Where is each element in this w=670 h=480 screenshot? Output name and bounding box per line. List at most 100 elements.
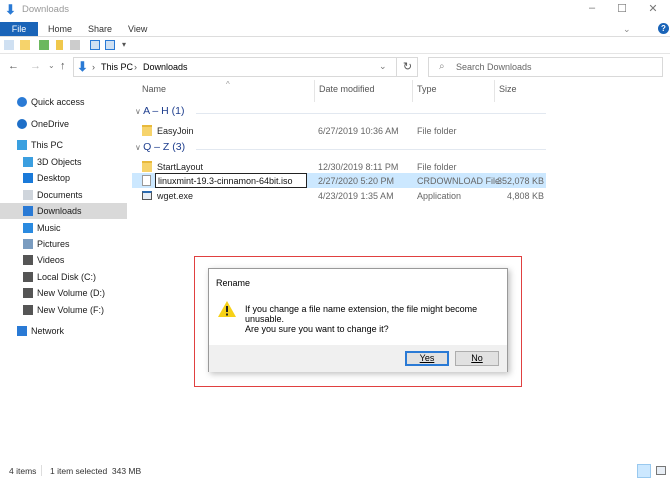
quick-access-toolbar xyxy=(0,36,670,54)
tab-share[interactable]: Share xyxy=(78,22,122,37)
network-icon xyxy=(17,326,27,336)
status-item-count: 4 items xyxy=(9,466,37,476)
music-icon xyxy=(23,223,33,233)
column-header-name[interactable]: Name xyxy=(142,84,166,94)
video-icon xyxy=(23,255,33,265)
nav-item-videos[interactable]: Videos xyxy=(0,252,127,268)
properties-icon[interactable] xyxy=(4,40,14,50)
nav-item-new-volume-f[interactable]: New Volume (F:) xyxy=(0,302,127,318)
minimize-button[interactable]: – xyxy=(582,2,602,18)
preview-pane-icon[interactable] xyxy=(90,40,100,50)
column-divider[interactable] xyxy=(314,80,315,102)
maximize-button[interactable]: ☐ xyxy=(612,2,632,18)
new-folder-icon[interactable] xyxy=(20,40,30,50)
nav-item-label: New Volume (D:) xyxy=(37,288,106,298)
search-icon: ⌕ xyxy=(439,61,445,72)
nav-item-network[interactable]: Network xyxy=(0,323,127,339)
rename-input[interactable]: linuxmint-19.3-cinnamon-64bit.iso xyxy=(155,173,307,188)
tab-home[interactable]: Home xyxy=(38,22,82,37)
nav-item-3d-objects[interactable]: 3D Objects xyxy=(0,154,127,170)
breadcrumb-this-pc[interactable]: This PC xyxy=(101,62,133,72)
title-download-icon: ⬇ xyxy=(5,2,16,17)
tab-file[interactable]: File xyxy=(0,22,38,37)
file-type: File folder xyxy=(417,126,457,136)
file-name: EasyJoin xyxy=(157,126,194,136)
group-header-q-z[interactable]: ∨ Q – Z (3) xyxy=(135,141,185,153)
folder-icon xyxy=(142,125,152,136)
nav-item-label: 3D Objects xyxy=(37,157,82,167)
yes-button[interactable]: Yes xyxy=(405,351,449,366)
nav-item-label: Pictures xyxy=(37,239,70,249)
nav-item-pictures[interactable]: Pictures xyxy=(0,236,127,252)
search-placeholder: Search Downloads xyxy=(456,62,532,72)
dialog-footer: Yes No xyxy=(209,345,507,372)
file-row[interactable]: EasyJoin 6/27/2019 10:36 AM File folder xyxy=(132,123,546,138)
downloads-location-icon: ⬇ xyxy=(77,59,88,74)
breadcrumb-downloads[interactable]: Downloads xyxy=(143,62,188,72)
refresh-button[interactable]: ↻ xyxy=(396,58,418,76)
nav-item-label: Network xyxy=(31,326,65,336)
up-button[interactable]: ↑ xyxy=(60,60,66,72)
file-row[interactable]: StartLayout 12/30/2019 8:11 PM File fold… xyxy=(132,159,546,174)
group-header-a-h[interactable]: ∨ A – H (1) xyxy=(135,105,185,117)
search-input[interactable]: ⌕ Search Downloads xyxy=(428,57,663,77)
no-label: No xyxy=(471,353,483,363)
group-label: Q – Z (3) xyxy=(143,141,186,153)
column-header-size[interactable]: Size xyxy=(499,84,517,94)
close-button[interactable]: ✕ xyxy=(643,2,663,18)
dialog-question: Are you sure you want to change it? xyxy=(245,324,389,334)
nav-item-this-pc[interactable]: This PC xyxy=(0,137,127,153)
file-name: StartLayout xyxy=(157,162,204,172)
tab-view[interactable]: View xyxy=(118,22,157,37)
nav-item-music[interactable]: Music xyxy=(0,220,127,236)
desktop-icon xyxy=(23,173,33,183)
nav-item-local-disk-c[interactable]: Local Disk (C:) xyxy=(0,269,127,285)
column-divider[interactable] xyxy=(494,80,495,102)
drive-icon xyxy=(23,305,33,315)
chevron-down-icon: ∨ xyxy=(135,107,144,116)
file-row-selected[interactable]: linuxmint-19.3-cinnamon-64bit.iso 2/27/2… xyxy=(132,173,546,188)
file-name: wget.exe xyxy=(157,191,194,201)
group-divider xyxy=(196,113,546,114)
nav-item-label: Videos xyxy=(37,255,65,265)
computer-icon xyxy=(17,140,27,150)
address-dropdown-icon[interactable]: ⌄ xyxy=(379,61,387,72)
column-header-type[interactable]: Type xyxy=(417,84,437,94)
details-pane-icon[interactable] xyxy=(105,40,115,50)
warning-icon xyxy=(218,301,236,317)
column-divider[interactable] xyxy=(412,80,413,102)
column-header-date[interactable]: Date modified xyxy=(319,84,375,94)
nav-item-documents[interactable]: Documents xyxy=(0,187,127,203)
nav-item-label: Local Disk (C:) xyxy=(37,272,97,282)
nav-item-new-volume-d[interactable]: New Volume (D:) xyxy=(0,285,127,301)
rename-dialog: Rename If you change a file name extensi… xyxy=(208,268,508,372)
cube-icon xyxy=(23,157,33,167)
move-icon[interactable] xyxy=(39,40,49,50)
picture-icon xyxy=(23,239,33,249)
ribbon-expand-icon[interactable]: ⌄ xyxy=(623,24,631,35)
nav-item-label: Quick access xyxy=(31,97,85,107)
customize-toolbar-icon[interactable]: ▾ xyxy=(122,40,126,49)
window-title: Downloads xyxy=(22,4,69,15)
help-icon[interactable]: ? xyxy=(658,23,669,34)
address-bar[interactable]: ⬇ › This PC › Downloads ⌄ ↻ xyxy=(73,57,418,77)
file-date: 4/23/2019 1:35 AM xyxy=(318,191,394,201)
nav-item-downloads[interactable]: Downloads xyxy=(0,203,127,219)
nav-item-quick-access[interactable]: Quick access xyxy=(0,94,127,110)
nav-item-desktop[interactable]: Desktop xyxy=(0,170,127,186)
details-icon[interactable] xyxy=(70,40,80,50)
nav-item-onedrive[interactable]: OneDrive xyxy=(0,116,127,132)
recent-locations-button[interactable]: ⌄ xyxy=(48,61,55,70)
large-icons-view-button[interactable] xyxy=(656,466,666,475)
forward-button[interactable]: → xyxy=(30,60,41,72)
details-view-button[interactable] xyxy=(637,464,651,478)
drive-icon xyxy=(23,288,33,298)
zip-icon[interactable] xyxy=(56,40,63,50)
nav-item-label: This PC xyxy=(31,140,64,150)
file-date: 12/30/2019 8:11 PM xyxy=(318,162,399,172)
back-button[interactable]: ← xyxy=(8,60,19,72)
file-row[interactable]: wget.exe 4/23/2019 1:35 AM Application 4… xyxy=(132,188,546,203)
file-type: CRDOWNLOAD File xyxy=(417,176,501,186)
download-icon xyxy=(23,206,33,216)
no-button[interactable]: No xyxy=(455,351,499,366)
